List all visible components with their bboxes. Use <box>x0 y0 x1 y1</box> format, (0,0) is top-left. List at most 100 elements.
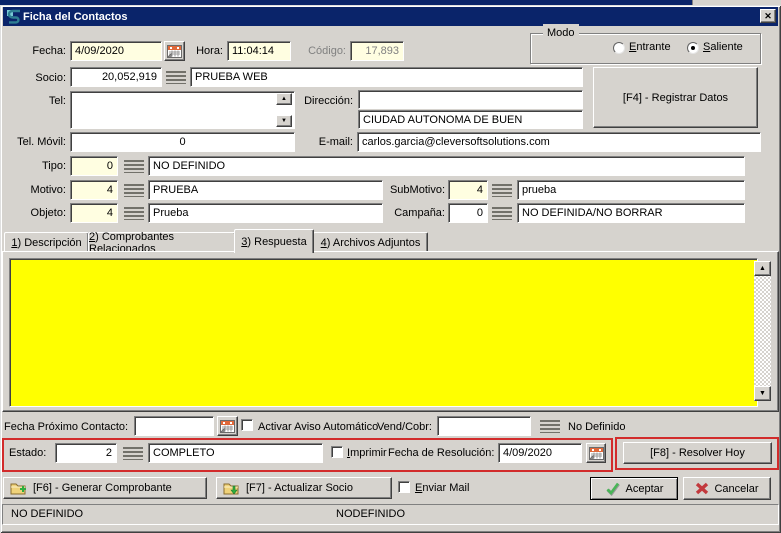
fecha-resolucion-calendar-button[interactable] <box>586 443 606 463</box>
objeto-label: Objeto: <box>0 204 66 223</box>
tab-archivos-label: 4) Archivos Adjuntos <box>321 237 421 249</box>
socio-lookup-icon[interactable] <box>166 71 186 84</box>
campana-lookup-icon[interactable] <box>492 207 512 220</box>
tel-movil-field[interactable]: 0 <box>70 132 295 152</box>
scroll-down-icon: ▼ <box>759 390 766 397</box>
fecha-resolucion-field[interactable]: 4/09/2020 <box>498 443 582 463</box>
close-button[interactable]: ✕ <box>760 9 776 23</box>
vend-cobr-desc: No Definido <box>568 418 625 437</box>
fecha-resolucion-label: Fecha de Resolución: <box>388 444 494 463</box>
tipo-code-field[interactable]: 0 <box>70 156 118 176</box>
fecha-proximo-field[interactable] <box>134 416 214 436</box>
submotivo-lookup-icon[interactable] <box>492 184 512 197</box>
f6-generar-comprobante-button[interactable]: [F6] - Generar Comprobante <box>3 477 207 499</box>
estado-desc-field[interactable]: COMPLETO <box>148 443 323 463</box>
f7-actualizar-socio-button[interactable]: [F7] - Actualizar Socio <box>216 477 392 499</box>
tab-page-respuesta: ▲ ▼ <box>2 251 779 412</box>
email-label: E-mail: <box>295 133 353 152</box>
campana-label: Campaña: <box>383 204 445 223</box>
estado-code-field[interactable]: 2 <box>55 443 117 463</box>
tipo-lookup-icon[interactable] <box>124 160 144 173</box>
tab-descripcion[interactable]: 1) Descripción <box>4 232 89 252</box>
socio-name-field[interactable]: PRUEBA WEB <box>190 67 583 87</box>
modo-title: Modo <box>543 24 579 43</box>
app-window: Ficha del Contactos ✕ Fecha: 4/09/2020 H… <box>0 0 781 533</box>
radio-saliente[interactable] <box>687 42 699 54</box>
submotivo-desc-field[interactable]: prueba <box>517 180 745 200</box>
respuesta-textarea[interactable] <box>9 258 758 407</box>
respuesta-scrollbar[interactable]: ▲ ▼ <box>754 261 771 401</box>
f4-button-label: [F4] - Registrar Datos <box>623 92 728 104</box>
enviar-mail-checkbox[interactable] <box>398 481 410 493</box>
tab-respuesta-label: 3) Respuesta <box>241 236 306 248</box>
f8-button-label: [F8] - Resolver Hoy <box>650 447 745 459</box>
fecha-proximo-label: Fecha Próximo Contacto: <box>4 418 128 437</box>
codigo-field: 17,893 <box>350 41 404 61</box>
cancelar-button[interactable]: Cancelar <box>683 477 771 500</box>
tel-field[interactable] <box>70 91 295 129</box>
imprimir-label[interactable]: Imprimir <box>347 444 387 463</box>
status-bar: NO DEFINIDO NODEFINIDO <box>2 504 779 525</box>
cancelar-button-label: Cancelar <box>714 483 758 495</box>
close-icon: ✕ <box>764 11 772 22</box>
motivo-lookup-icon[interactable] <box>124 184 144 197</box>
objeto-lookup-icon[interactable] <box>124 207 144 220</box>
tel-scroll-down-button[interactable]: ▼ <box>276 115 292 127</box>
respuesta-scroll-up-button[interactable]: ▲ <box>754 261 771 276</box>
tipo-desc-field[interactable]: NO DEFINIDO <box>148 156 745 176</box>
fecha-calendar-button[interactable] <box>164 41 185 61</box>
objeto-desc-field[interactable]: Prueba <box>148 203 383 223</box>
email-field[interactable]: carlos.garcia@cleversoftsolutions.com <box>357 132 761 152</box>
imprimir-checkbox[interactable] <box>331 446 343 458</box>
radio-entrante-label[interactable]: Entrante <box>629 38 671 57</box>
direccion-label: Dirección: <box>295 92 353 111</box>
motivo-desc-field[interactable]: PRUEBA <box>148 180 383 200</box>
title-bar: Ficha del Contactos <box>3 7 778 26</box>
submotivo-label: SubMotivo: <box>383 181 445 200</box>
tab-archivos-adjuntos[interactable]: 4) Archivos Adjuntos <box>313 232 428 252</box>
tab-comprobantes-relacionados[interactable]: 2) Comprobantes Relacionados <box>88 232 236 252</box>
socio-code-field[interactable]: 20,052,919 <box>70 67 162 87</box>
estado-label: Estado: <box>9 444 46 463</box>
fecha-label: Fecha: <box>0 42 66 61</box>
scroll-down-icon: ▼ <box>281 118 287 124</box>
activar-aviso-checkbox[interactable] <box>241 419 253 431</box>
estado-lookup-icon[interactable] <box>123 447 143 460</box>
campana-code-field[interactable]: 0 <box>448 203 488 223</box>
respuesta-scroll-down-button[interactable]: ▼ <box>754 386 771 401</box>
tab-respuesta[interactable]: 3) Respuesta <box>234 229 314 253</box>
objeto-code-field[interactable]: 4 <box>70 203 118 223</box>
f6-button-label: [F6] - Generar Comprobante <box>33 482 172 494</box>
submotivo-code-field[interactable]: 4 <box>448 180 488 200</box>
status-right-text: NODEFINIDO <box>336 505 405 524</box>
campana-desc-field[interactable]: NO DEFINIDA/NO BORRAR <box>517 203 745 223</box>
tel-movil-label: Tel. Móvil: <box>0 133 66 152</box>
vend-cobr-field[interactable] <box>437 416 531 436</box>
direccion-field-line1[interactable] <box>358 90 583 109</box>
f8-resolver-hoy-button[interactable]: [F8] - Resolver Hoy <box>623 442 772 464</box>
vend-cobr-label: Vend/Cobr: <box>360 418 432 437</box>
status-left-text: NO DEFINIDO <box>11 505 83 524</box>
calendar-icon <box>167 44 182 58</box>
f7-button-label: [F7] - Actualizar Socio <box>246 482 353 494</box>
tipo-label: Tipo: <box>0 157 66 176</box>
calendar-icon <box>589 446 604 460</box>
motivo-code-field[interactable]: 4 <box>70 180 118 200</box>
hora-field[interactable]: 11:04:14 <box>227 41 291 61</box>
fecha-proximo-calendar-button[interactable] <box>217 416 238 436</box>
radio-entrante[interactable] <box>613 42 625 54</box>
calendar-icon <box>220 419 235 433</box>
enviar-mail-label[interactable]: Enviar Mail <box>415 479 469 498</box>
codigo-label: Código: <box>298 42 346 61</box>
check-icon <box>605 482 621 496</box>
fecha-field[interactable]: 4/09/2020 <box>70 41 162 61</box>
tel-scroll-up-button[interactable]: ▲ <box>276 93 292 105</box>
tab-descripcion-label: 1) Descripción <box>11 237 81 249</box>
motivo-label: Motivo: <box>0 181 66 200</box>
radio-saliente-label[interactable]: Saliente <box>703 38 743 57</box>
direccion-field-line2[interactable]: CIUDAD AUTONOMA DE BUEN <box>358 110 583 129</box>
aceptar-button[interactable]: Aceptar <box>590 477 678 500</box>
vend-cobr-lookup-icon[interactable] <box>540 420 560 433</box>
folder-plus-icon <box>10 481 28 495</box>
f4-registrar-datos-button[interactable]: [F4] - Registrar Datos <box>593 67 758 128</box>
